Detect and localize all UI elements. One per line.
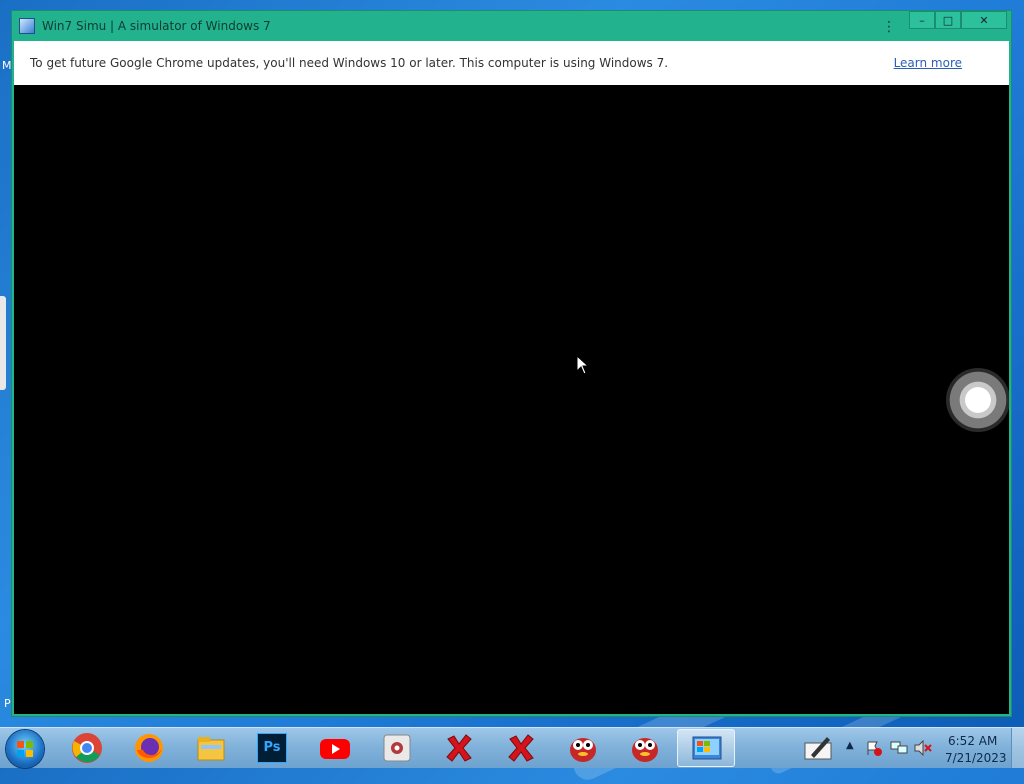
youtube-icon[interactable]	[319, 732, 351, 764]
app-icon[interactable]	[381, 732, 413, 764]
side-panel-tab[interactable]	[0, 296, 6, 390]
browser-window: Win7 Simu | A simulator of Windows 7 ⋮ –…	[11, 10, 1012, 717]
action-center-flag-icon[interactable]	[866, 740, 882, 756]
chrome-icon[interactable]	[71, 732, 103, 764]
clock-date[interactable]: 7/21/2023	[945, 751, 1007, 765]
update-infobar: To get future Google Chrome updates, you…	[14, 41, 1009, 85]
floating-action-button[interactable]	[946, 368, 1010, 432]
app-window-icon	[19, 18, 35, 34]
show-desktop-button[interactable]	[1011, 728, 1024, 768]
red-x-icon[interactable]	[505, 732, 537, 764]
file-explorer-icon[interactable]	[195, 732, 227, 764]
pen-tablet-icon[interactable]	[803, 733, 833, 763]
photoshop-icon[interactable]: Ps	[257, 733, 287, 763]
start-button[interactable]	[6, 730, 44, 768]
close-button[interactable]: ✕	[961, 11, 1007, 29]
windows-logo-icon	[17, 741, 33, 757]
mascot-icon[interactable]	[629, 732, 661, 764]
taskbar: Ps ▲ 6:52 AM 7/21/2023	[0, 727, 1024, 768]
red-x-icon[interactable]	[443, 732, 475, 764]
infobar-message: To get future Google Chrome updates, you…	[30, 56, 669, 70]
show-hidden-icons-icon[interactable]: ▲	[846, 740, 854, 751]
maximize-button[interactable]: □	[935, 11, 961, 29]
network-icon[interactable]	[890, 740, 908, 756]
title-bar[interactable]: Win7 Simu | A simulator of Windows 7 ⋮ –…	[12, 11, 1011, 41]
page-content[interactable]	[14, 85, 1009, 714]
active-taskbar-item[interactable]	[677, 729, 735, 767]
minimize-button[interactable]: –	[909, 11, 935, 29]
clock-time[interactable]: 6:52 AM	[948, 734, 997, 748]
mouse-cursor-icon	[576, 355, 590, 375]
desktop-edge-letter: P	[4, 697, 11, 710]
mascot-icon[interactable]	[567, 732, 599, 764]
window-title: Win7 Simu | A simulator of Windows 7	[42, 19, 271, 33]
volume-muted-icon[interactable]	[914, 740, 932, 756]
kebab-menu-icon[interactable]: ⋮	[882, 18, 896, 36]
learn-more-link[interactable]: Learn more	[894, 56, 962, 70]
win7-simu-icon	[692, 736, 722, 760]
firefox-icon[interactable]	[133, 732, 165, 764]
